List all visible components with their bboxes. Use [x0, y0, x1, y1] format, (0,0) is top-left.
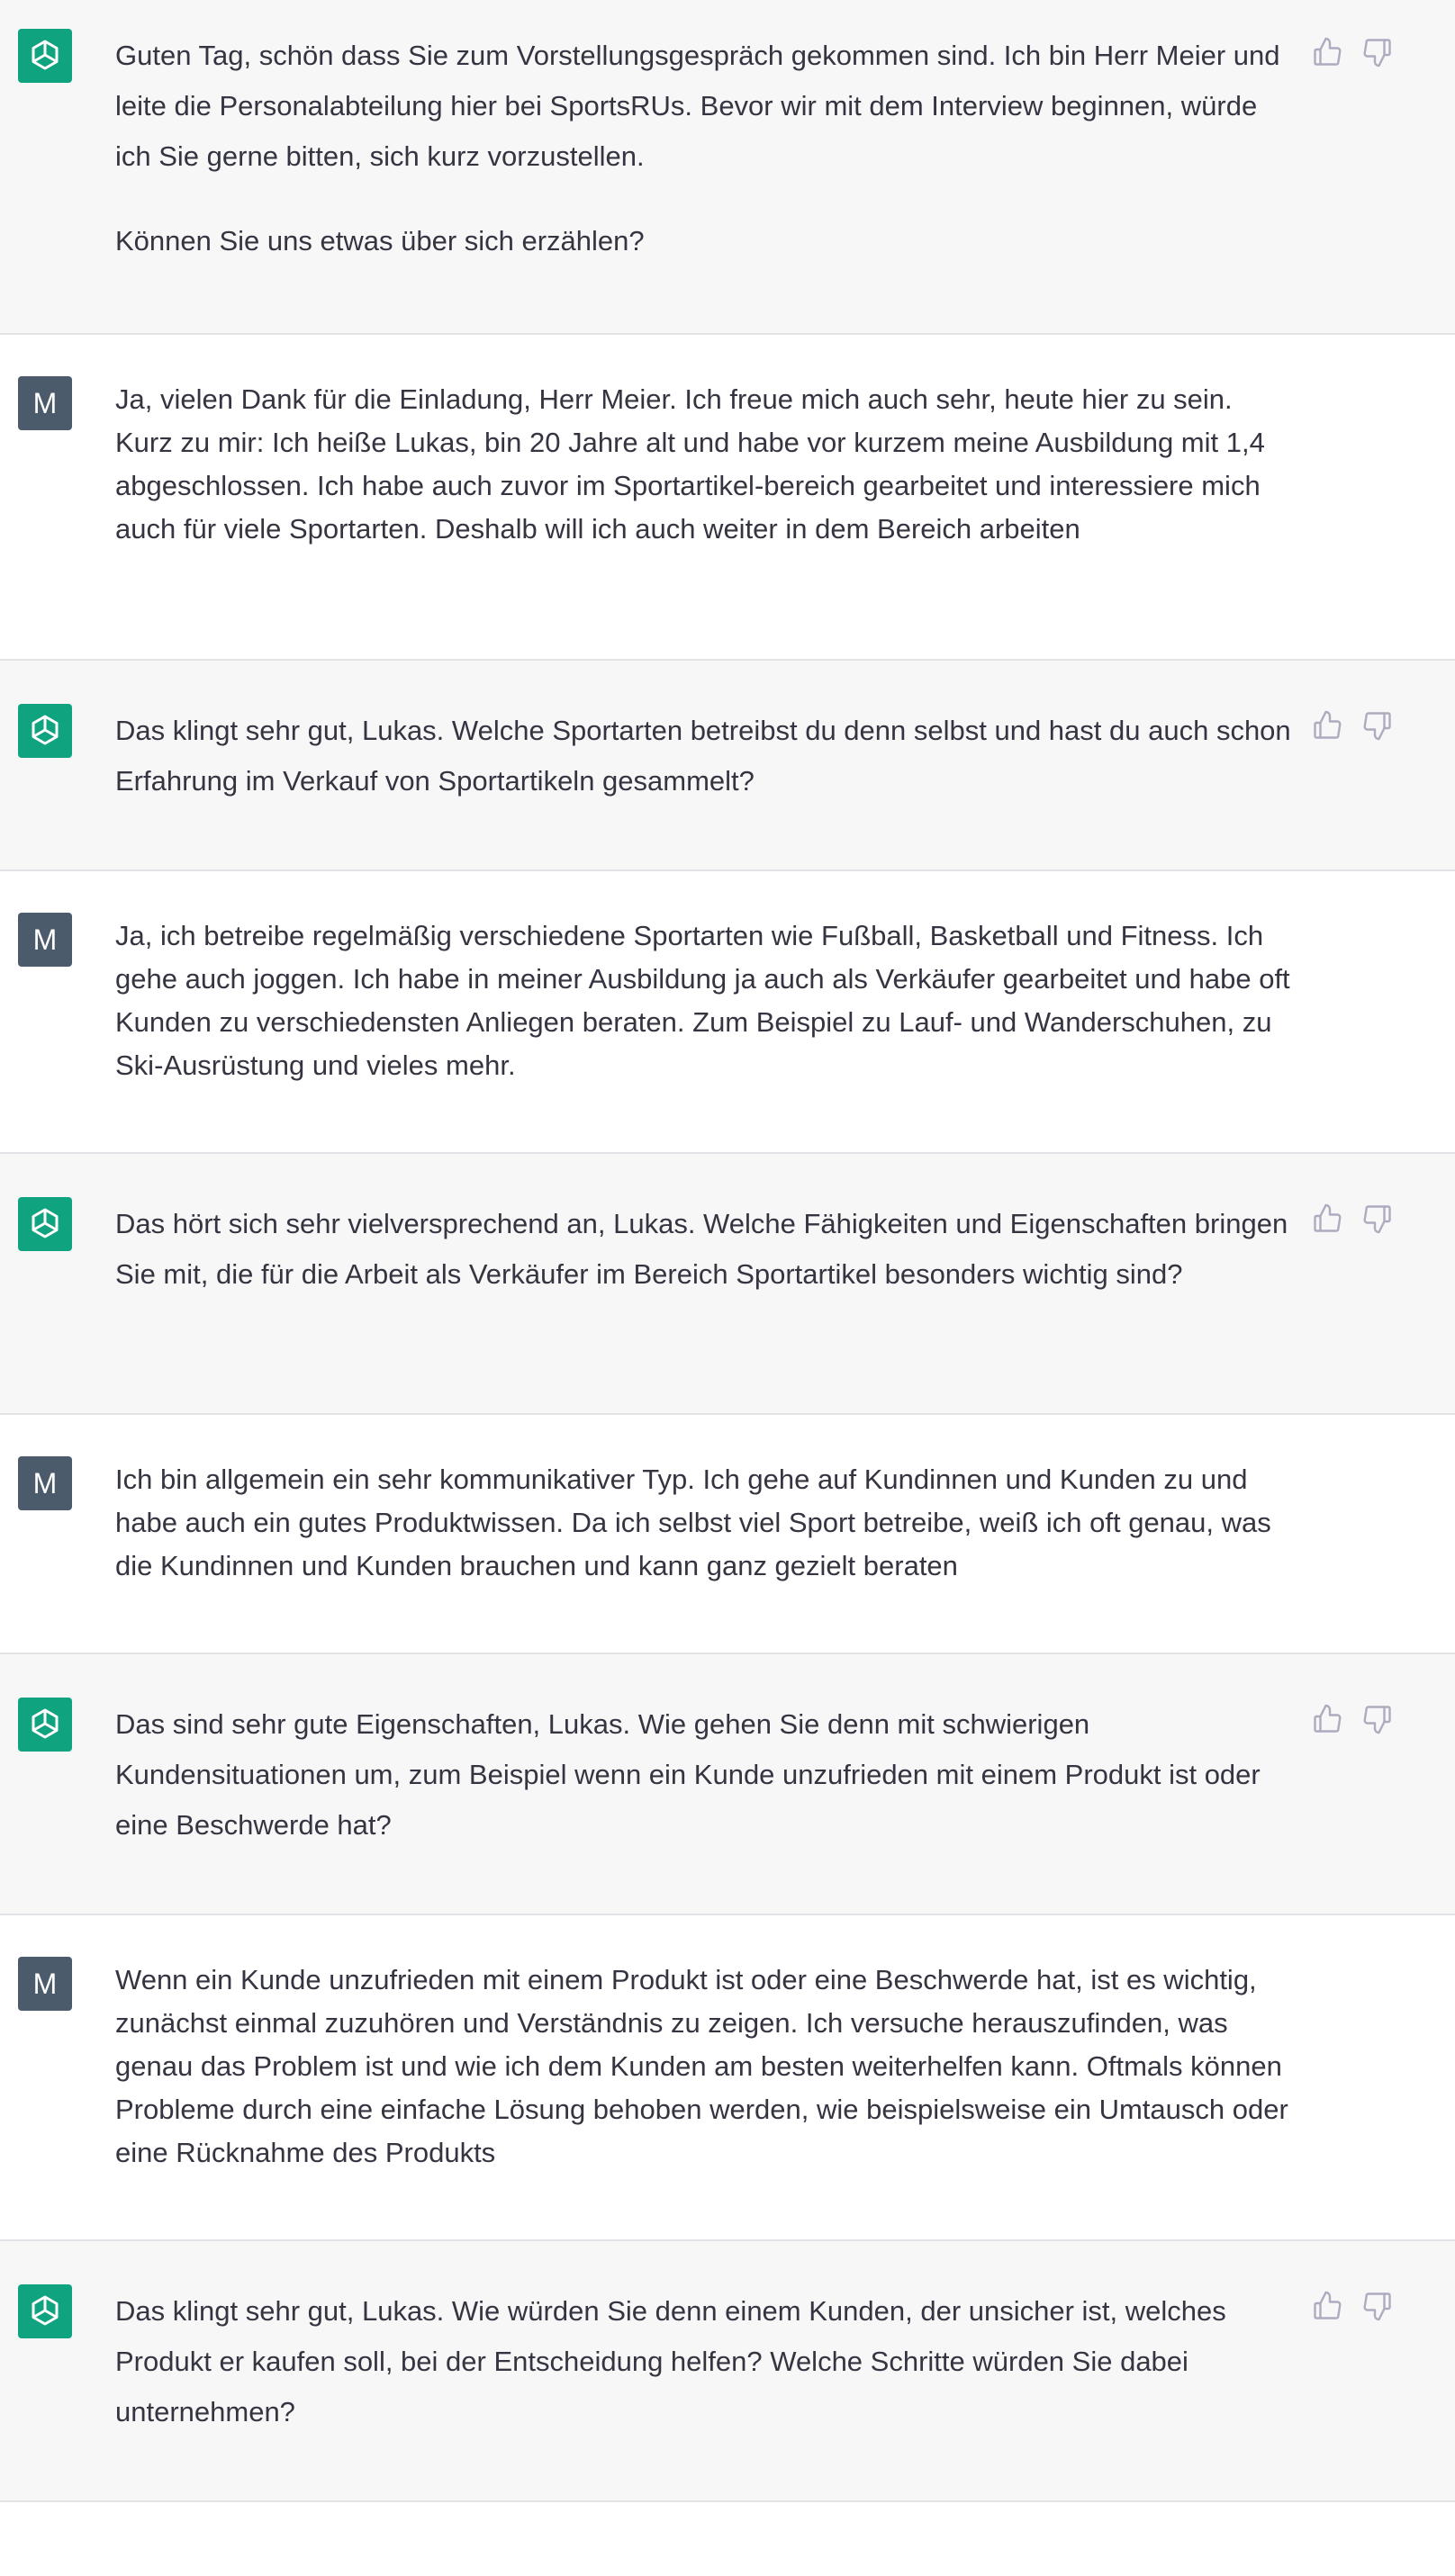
message-paragraph: Wenn ein Kunde unzufrieden mit einem Pro…: [115, 1964, 1288, 2168]
chatgpt-avatar: [18, 29, 72, 83]
message-user: M Ja, vielen Dank für die Einladung, Her…: [0, 335, 1455, 661]
openai-logo-icon: [32, 715, 59, 745]
message-paragraph: Das klingt sehr gut, Lukas. Welche Sport…: [115, 715, 1291, 797]
chatgpt-avatar: [18, 1698, 72, 1752]
openai-logo-icon: [32, 1208, 59, 1238]
message-paragraph: Ja, vielen Dank für die Einladung, Herr …: [115, 383, 1265, 545]
thumbs-down-icon[interactable]: [1361, 2290, 1394, 2322]
message-text: Das sind sehr gute Eigenschaften, Lukas.…: [115, 1699, 1295, 1851]
message-assistant: Das hört sich sehr vielversprechend an, …: [0, 1154, 1455, 1415]
thumbs-up-icon[interactable]: [1311, 2290, 1343, 2322]
openai-logo-icon: [32, 40, 59, 70]
thumbs-down-icon[interactable]: [1361, 36, 1394, 68]
message-user: M Ich bin allgemein ein sehr kommunikati…: [0, 1415, 1455, 1654]
thumbs-up-icon[interactable]: [1311, 709, 1343, 742]
message-assistant: Das klingt sehr gut, Lukas. Wie würden S…: [0, 2241, 1455, 2502]
message-text: Ja, vielen Dank für die Einladung, Herr …: [115, 378, 1295, 551]
message-paragraph: Ich bin allgemein ein sehr kommunikative…: [115, 1464, 1271, 1581]
message-user: M Wenn ein Kunde unzufrieden mit einem P…: [0, 1915, 1455, 2241]
message-assistant: Das sind sehr gute Eigenschaften, Lukas.…: [0, 1654, 1455, 1915]
message-paragraph: Guten Tag, schön dass Sie zum Vorstellun…: [115, 40, 1280, 172]
message-assistant: Das klingt sehr gut, Lukas. Welche Sport…: [0, 661, 1455, 871]
message-text: Das klingt sehr gut, Lukas. Welche Sport…: [115, 706, 1295, 806]
message-assistant: Guten Tag, schön dass Sie zum Vorstellun…: [0, 0, 1455, 335]
thumbs-up-icon[interactable]: [1311, 1202, 1343, 1235]
message-text: Guten Tag, schön dass Sie zum Vorstellun…: [115, 31, 1295, 266]
message-text: Das hört sich sehr vielversprechend an, …: [115, 1199, 1295, 1300]
chatgpt-avatar: [18, 704, 72, 758]
message-paragraph: Das klingt sehr gut, Lukas. Wie würden S…: [115, 2295, 1226, 2427]
message-text: Das klingt sehr gut, Lukas. Wie würden S…: [115, 2286, 1295, 2437]
message-paragraph: Ja, ich betreibe regelmäßig verschiedene…: [115, 920, 1290, 1081]
message-text: Ich bin allgemein ein sehr kommunikative…: [115, 1458, 1295, 1588]
user-avatar: M: [18, 1456, 72, 1510]
thumbs-down-icon[interactable]: [1361, 709, 1394, 742]
message-user: M Ja, ich betreibe regelmäßig verschiede…: [0, 871, 1455, 1154]
thumbs-up-icon[interactable]: [1311, 36, 1343, 68]
message-paragraph: Können Sie uns etwas über sich erzählen?: [115, 225, 645, 257]
user-avatar: M: [18, 1957, 72, 2011]
chatgpt-avatar: [18, 2284, 72, 2338]
chatgpt-avatar: [18, 1197, 72, 1251]
user-avatar: M: [18, 913, 72, 967]
message-paragraph: Das hört sich sehr vielversprechend an, …: [115, 1208, 1288, 1290]
message-paragraph: Das sind sehr gute Eigenschaften, Lukas.…: [115, 1708, 1261, 1841]
openai-logo-icon: [32, 2295, 59, 2326]
thumbs-down-icon[interactable]: [1361, 1202, 1394, 1235]
thumbs-down-icon[interactable]: [1361, 1703, 1394, 1735]
thumbs-up-icon[interactable]: [1311, 1703, 1343, 1735]
message-text: Ja, ich betreibe regelmäßig verschiedene…: [115, 914, 1295, 1087]
message-text: Wenn ein Kunde unzufrieden mit einem Pro…: [115, 1959, 1295, 2175]
user-avatar: M: [18, 376, 72, 430]
openai-logo-icon: [32, 1708, 59, 1739]
